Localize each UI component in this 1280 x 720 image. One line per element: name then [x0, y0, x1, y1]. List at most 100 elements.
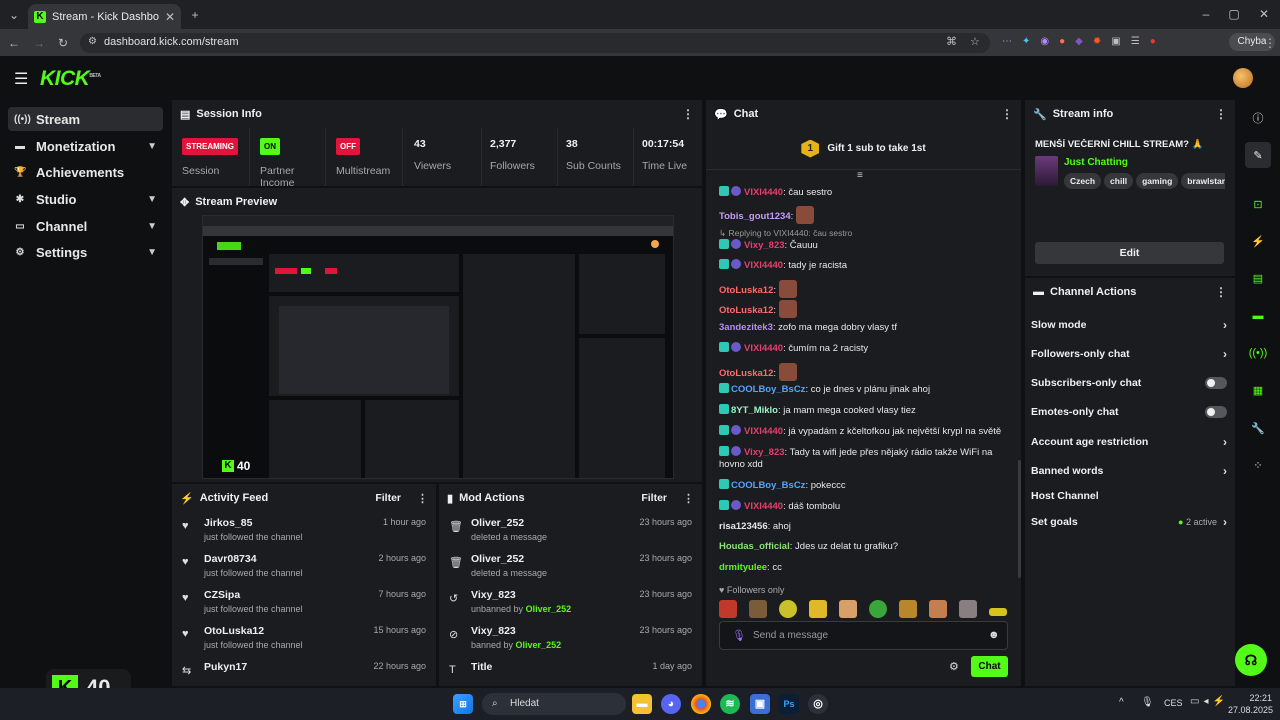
browser-tab[interactable]: K Stream - Kick Dashboard ✕ — [28, 4, 181, 29]
chat-username[interactable]: drmityulee — [719, 562, 767, 573]
broadcast-icon[interactable]: ((•)) — [1245, 340, 1271, 366]
support-headset-icon[interactable]: ☊ — [1235, 644, 1267, 676]
apps-icon[interactable]: ⁘ — [1245, 452, 1271, 478]
hamburger-menu-icon[interactable]: ☰ — [14, 69, 28, 89]
more-options-icon[interactable]: ⋮ — [1215, 285, 1227, 299]
extensions-puzzle-icon[interactable]: ▣ — [1111, 36, 1120, 50]
action-account-age[interactable]: Account age restriction › — [1031, 435, 1227, 449]
action-slow-mode[interactable]: Slow mode › — [1031, 318, 1227, 332]
emote-icon[interactable] — [749, 600, 767, 618]
layout-icon[interactable]: ▦ — [1245, 377, 1271, 403]
action-banned-words[interactable]: Banned words › — [1031, 464, 1227, 478]
chat-username[interactable]: OtoLuska12 — [719, 285, 773, 296]
emoji-icon[interactable]: ☻ — [988, 629, 1000, 641]
maximize-icon[interactable]: ▢ — [1226, 7, 1242, 21]
emote-icon[interactable] — [989, 608, 1007, 616]
language-indicator[interactable]: CES — [1164, 698, 1183, 708]
chat-username[interactable]: COOLBoy_BsCz — [731, 480, 805, 491]
edit-stream-info-button[interactable]: Edit — [1035, 242, 1224, 264]
subscribers-only-toggle[interactable] — [1205, 377, 1227, 389]
site-info-icon[interactable]: ⚙ — [88, 36, 97, 47]
info-icon[interactable]: ⓘ — [1245, 105, 1271, 131]
chat-username[interactable]: Vixy_823 — [744, 447, 785, 458]
emote-icon[interactable] — [929, 600, 947, 618]
profile-icon[interactable]: ● — [1150, 36, 1156, 50]
window-close-icon[interactable]: ✕ — [1256, 7, 1272, 21]
chat-username[interactable]: Houdas_official — [719, 541, 790, 552]
file-explorer-icon[interactable]: ▬ — [632, 694, 652, 714]
reload-icon[interactable]: ↻ — [55, 36, 71, 50]
system-tray-icons[interactable]: ▭◂⚡ — [1190, 696, 1229, 707]
chat-username[interactable]: COOLBoy_BsCz — [731, 384, 805, 395]
sidebar-item-studio[interactable]: ✱ Studio ▼ — [8, 187, 163, 211]
tray-overflow-icon[interactable]: ^ — [1119, 697, 1124, 708]
extension-paw-icon[interactable]: ✦ — [1022, 36, 1030, 50]
wrench-icon[interactable]: 🔧 — [1245, 415, 1271, 441]
sidebar-item-channel[interactable]: ▭ Channel ▼ — [8, 214, 163, 238]
chat-settings-gear-icon[interactable]: ⚙ — [949, 660, 959, 673]
chat-username[interactable]: VIXI4440 — [744, 260, 783, 271]
microphone-icon[interactable]: 🎙 — [732, 629, 746, 642]
more-options-icon[interactable]: ⋮ — [1215, 107, 1227, 121]
chat-username[interactable]: 3andezitek3 — [719, 322, 773, 333]
edit-pencil-icon[interactable]: ✎ — [1245, 142, 1271, 168]
tab-search-icon[interactable]: ⌄ — [6, 8, 22, 22]
obs-icon[interactable]: ◎ — [808, 694, 828, 714]
category-name[interactable]: Just Chatting — [1064, 157, 1128, 168]
extension-flame-icon[interactable]: ● — [1059, 36, 1065, 50]
chrome-icon[interactable] — [691, 694, 711, 714]
sidebar-item-settings[interactable]: ⚙ Settings ▼ — [8, 240, 163, 264]
bookmark-star-icon[interactable]: ☆ — [970, 35, 980, 48]
chat-username[interactable]: Tobis_gout1234 — [719, 211, 791, 222]
emote-icon[interactable] — [779, 600, 797, 618]
address-bar[interactable]: ⚙ dashboard.kick.com/stream ⌘ ☆ — [80, 33, 990, 53]
windows-start-icon[interactable]: ⊞ — [453, 694, 473, 714]
emote-icon[interactable] — [839, 600, 857, 618]
close-tab-icon[interactable]: ✕ — [165, 10, 175, 24]
photoshop-icon[interactable]: Ps — [779, 694, 799, 714]
chat-username[interactable]: VIXI4440 — [744, 187, 783, 198]
pinned-toggle-icon[interactable]: ≡ — [857, 170, 863, 181]
more-options-icon[interactable]: ⋮ — [1001, 107, 1013, 121]
chat-username[interactable]: VIXI4440 — [744, 343, 783, 354]
discord-icon[interactable]: ◕ — [661, 694, 681, 714]
kick-logo[interactable]: KICKBETA — [40, 67, 101, 91]
chat-username[interactable]: OtoLuska12 — [719, 305, 773, 316]
chat-username[interactable]: OtoLuska12 — [719, 368, 773, 379]
more-options-icon[interactable]: ⋮ — [683, 492, 694, 505]
back-icon[interactable]: ← — [6, 36, 22, 50]
emote-icon[interactable] — [719, 600, 737, 618]
chat-scrollbar[interactable] — [1018, 460, 1021, 578]
action-followers-only[interactable]: Followers-only chat › — [1031, 347, 1227, 361]
chat-bubble-icon[interactable]: ▬ — [1245, 303, 1271, 329]
document-icon[interactable]: ▤ — [1245, 265, 1271, 291]
chat-username[interactable]: VIXI4440 — [744, 426, 783, 437]
chat-input[interactable]: 🎙 Send a message ☻ — [719, 621, 1008, 650]
reading-list-icon[interactable]: ☰ — [1131, 36, 1140, 50]
sidebar-item-monetization[interactable]: ▬ Monetization ▼ — [8, 134, 163, 158]
action-host-channel[interactable]: Host Channel — [1031, 490, 1227, 502]
chat-username[interactable]: VIXI4440 — [744, 501, 783, 512]
chat-username[interactable]: Vixy_823 — [744, 240, 785, 251]
action-set-goals[interactable]: Set goals ● 2 active › — [1031, 515, 1227, 529]
emote-icon[interactable] — [899, 600, 917, 618]
extension-dots-icon[interactable]: ⋯ — [1002, 36, 1012, 50]
spotify-icon[interactable]: ≋ — [720, 694, 740, 714]
emote-icon[interactable] — [869, 600, 887, 618]
send-chat-button[interactable]: Chat — [971, 656, 1008, 677]
user-avatar[interactable] — [1233, 68, 1253, 88]
microphone-tray-icon[interactable]: 🎙 — [1141, 697, 1154, 708]
activity-filter-button[interactable]: Filter — [375, 492, 401, 504]
mod-filter-button[interactable]: Filter — [641, 492, 667, 504]
translate-icon[interactable]: ⌘ — [946, 35, 957, 48]
app-icon[interactable]: ▣ — [750, 694, 770, 714]
gift-banner[interactable]: 1 Gift 1 sub to take 1st — [706, 128, 1021, 170]
new-tab-icon[interactable]: + — [187, 8, 203, 22]
taskbar-search[interactable]: ⌕ Hledat — [482, 693, 626, 715]
extension-shield-icon[interactable]: ◆ — [1075, 36, 1083, 50]
forward-icon[interactable]: → — [31, 36, 47, 50]
clock[interactable]: 22:21 27.08.2025 — [1228, 692, 1273, 716]
minimize-icon[interactable]: – — [1198, 7, 1214, 21]
emote-icon[interactable] — [809, 600, 827, 618]
lightning-icon[interactable]: ⚡ — [1245, 228, 1271, 254]
